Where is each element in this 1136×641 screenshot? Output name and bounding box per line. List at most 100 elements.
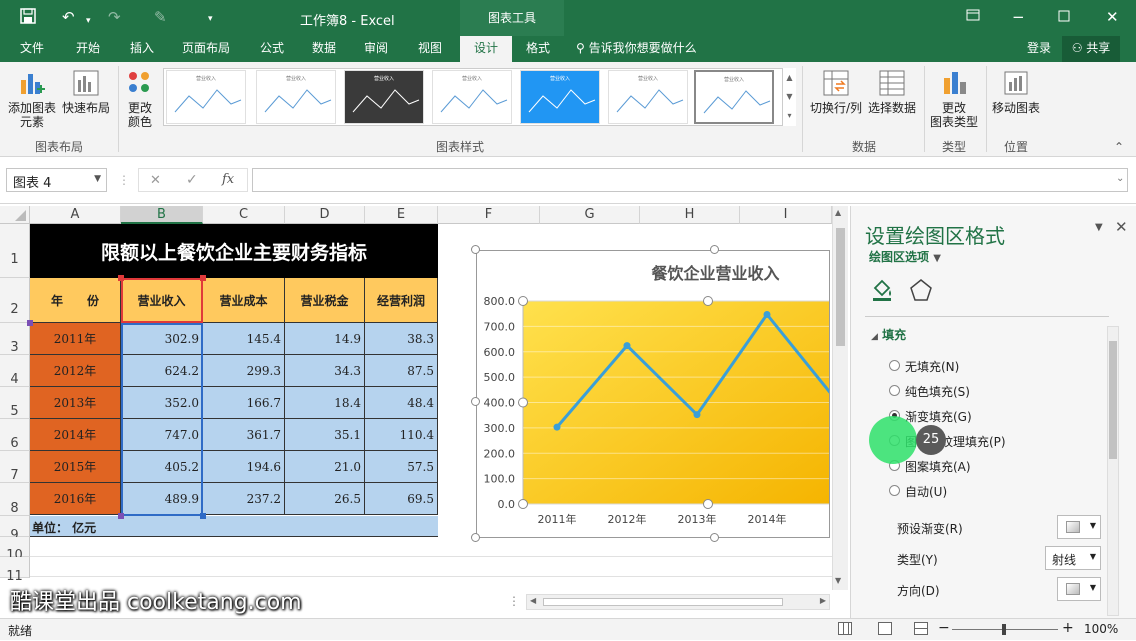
value-cell[interactable]: 237.2: [203, 483, 285, 515]
plot-area-handle[interactable]: [518, 296, 528, 306]
chart-resize-handle[interactable]: [710, 245, 719, 254]
move-chart-button[interactable]: 移动图表: [990, 68, 1042, 115]
row-header-6[interactable]: 6: [0, 419, 30, 451]
tab-data[interactable]: 数据: [300, 36, 348, 62]
insert-function-icon[interactable]: fx: [222, 172, 234, 187]
year-cell[interactable]: 2015年: [30, 451, 121, 483]
row-header-5[interactable]: 5: [0, 387, 30, 419]
format-painter-icon[interactable]: ✎: [154, 8, 167, 26]
column-header-h[interactable]: H: [640, 206, 740, 224]
switch-row-column-button[interactable]: 切换行/列: [806, 68, 866, 115]
series-point[interactable]: [623, 342, 631, 350]
tab-home[interactable]: 开始: [64, 36, 112, 62]
header-cell[interactable]: 营业成本: [203, 278, 285, 323]
fill-option-radio[interactable]: [889, 485, 900, 496]
sheet-title-cell[interactable]: 限额以上餐饮企业主要财务指标: [30, 224, 438, 278]
column-header-f[interactable]: F: [438, 206, 540, 224]
chart-object[interactable]: 0.0 100.0 200.0 300.0 400.0 500.0 600.0 700.0 80…: [476, 250, 830, 538]
selection-handle[interactable]: [27, 320, 33, 326]
sheet-vertical-scrollbar[interactable]: ▲ ▼: [832, 206, 848, 590]
zoom-out-icon[interactable]: −: [938, 620, 950, 636]
pane-options-dropdown-icon[interactable]: ▼: [1095, 222, 1103, 233]
formula-bar-splitter[interactable]: ⋮: [118, 173, 130, 187]
chart-style-thumb[interactable]: 营业收入: [608, 70, 688, 124]
chart-style-thumb[interactable]: 营业收入: [432, 70, 512, 124]
quick-layout-button[interactable]: 快速布局: [58, 68, 114, 115]
row-header-10[interactable]: 10: [0, 537, 30, 563]
fill-section-header[interactable]: ◢ 填充: [871, 326, 906, 343]
chart-resize-handle[interactable]: [471, 245, 480, 254]
row-header-11[interactable]: 11: [0, 557, 30, 584]
year-cell[interactable]: 2014年: [30, 419, 121, 451]
year-cell[interactable]: 2013年: [30, 387, 121, 419]
column-header-e[interactable]: E: [365, 206, 438, 224]
select-data-button[interactable]: 选择数据: [866, 68, 918, 115]
tab-review[interactable]: 审阅: [352, 36, 400, 62]
collapse-ribbon-icon[interactable]: ⌃: [1114, 140, 1124, 154]
tab-design[interactable]: 设计: [460, 36, 512, 62]
value-cell[interactable]: 69.5: [365, 483, 438, 515]
change-chart-type-button[interactable]: 更改 图表类型: [928, 68, 980, 129]
fill-option-radio[interactable]: [889, 360, 900, 371]
preset-gradient-dropdown[interactable]: ▼: [1057, 515, 1101, 539]
tab-formulas[interactable]: 公式: [248, 36, 296, 62]
sheet-tab-splitter[interactable]: ⋮: [508, 594, 520, 608]
value-cell[interactable]: 48.4: [365, 387, 438, 419]
value-cell[interactable]: 87.5: [365, 355, 438, 387]
chart-style-thumb[interactable]: 营业收入: [344, 70, 424, 124]
chart-style-thumb[interactable]: 营业收入: [256, 70, 336, 124]
chart-resize-handle[interactable]: [710, 533, 719, 542]
value-cell[interactable]: 489.9: [121, 483, 203, 515]
pane-scrollbar[interactable]: [1107, 326, 1119, 616]
plot-area-handle[interactable]: [518, 499, 528, 509]
save-icon[interactable]: [20, 8, 36, 28]
tab-format[interactable]: 格式: [516, 36, 560, 62]
chart-style-thumb[interactable]: 营业收入: [520, 70, 600, 124]
formula-input[interactable]: [252, 168, 1128, 192]
series-point[interactable]: [763, 310, 771, 318]
value-cell[interactable]: 166.7: [203, 387, 285, 419]
select-all-corner[interactable]: [0, 206, 30, 224]
row-header-3[interactable]: 3: [0, 323, 30, 355]
row-header-4[interactable]: 4: [0, 355, 30, 387]
year-cell[interactable]: 2016年: [30, 483, 121, 515]
chart-style-thumb[interactable]: 营业收入: [694, 70, 774, 124]
page-layout-view-icon[interactable]: [878, 622, 892, 635]
sheet-horizontal-scrollbar[interactable]: ◀ ▶: [526, 594, 830, 610]
ribbon-display-icon[interactable]: [966, 8, 980, 26]
tab-view[interactable]: 视图: [406, 36, 454, 62]
plot-area-options-link[interactable]: 绘图区选项 ▼: [869, 248, 941, 265]
tab-file[interactable]: 文件: [10, 36, 54, 62]
tab-page-layout[interactable]: 页面布局: [174, 36, 238, 62]
zoom-in-icon[interactable]: +: [1062, 620, 1074, 636]
selection-handle[interactable]: [200, 513, 206, 519]
value-cell[interactable]: 38.3: [365, 323, 438, 355]
gradient-type-dropdown[interactable]: 射线 ▼: [1045, 546, 1101, 570]
tell-me-box[interactable]: ⚲ 告诉我你想要做什么: [576, 36, 716, 62]
year-cell[interactable]: 2012年: [30, 355, 121, 387]
direction-dropdown[interactable]: ▼: [1057, 577, 1101, 601]
value-cell[interactable]: 361.7: [203, 419, 285, 451]
year-cell[interactable]: 2011年: [30, 323, 121, 355]
gallery-scroll[interactable]: ▲ ▼ ▾: [782, 68, 796, 126]
value-cell[interactable]: 194.6: [203, 451, 285, 483]
confirm-icon[interactable]: ✓: [186, 172, 198, 188]
zoom-level[interactable]: 100%: [1084, 622, 1118, 636]
row-header-8[interactable]: 8: [0, 483, 30, 516]
chart-title[interactable]: 餐饮企业营业收入: [476, 260, 830, 284]
fill-option-label[interactable]: 图案填充(A): [905, 458, 971, 475]
scroll-thumb[interactable]: [836, 228, 845, 346]
selection-handle[interactable]: [118, 513, 124, 519]
maximize-icon[interactable]: [1058, 8, 1070, 26]
value-cell[interactable]: 35.1: [285, 419, 365, 451]
page-break-view-icon[interactable]: [914, 622, 928, 635]
value-cell[interactable]: 747.0: [121, 419, 203, 451]
undo-dropdown-icon[interactable]: ▾: [86, 12, 91, 30]
fill-option-label[interactable]: 渐变填充(G): [905, 408, 972, 425]
effects-pentagon-icon[interactable]: [909, 278, 933, 305]
value-cell[interactable]: 302.9: [121, 323, 203, 355]
selection-handle[interactable]: [118, 275, 124, 281]
sign-in-link[interactable]: 登录: [1020, 36, 1058, 62]
name-box-dropdown-icon[interactable]: ▼: [94, 174, 101, 184]
h-scroll-thumb[interactable]: [543, 598, 783, 606]
